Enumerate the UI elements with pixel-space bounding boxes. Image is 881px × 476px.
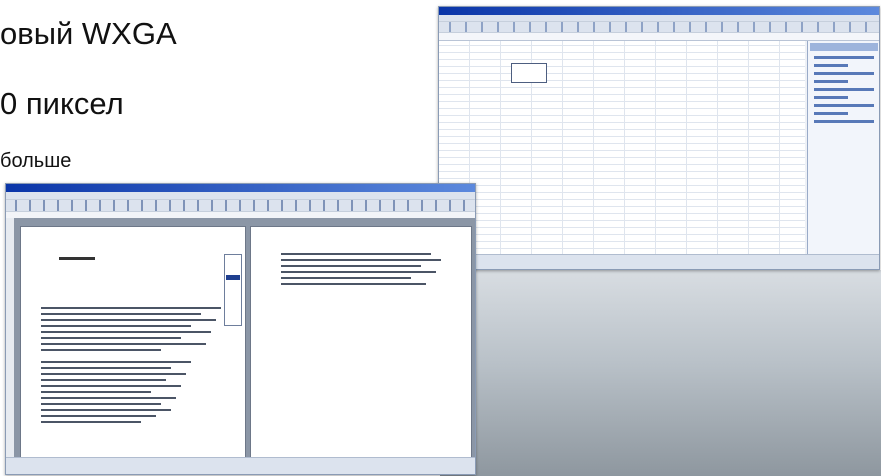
page-heading (59, 257, 95, 260)
text-line (281, 271, 436, 273)
slide-bullet-pixels: 0 пиксел (0, 86, 124, 121)
text-line (41, 361, 191, 363)
font-dropdown-list (224, 254, 242, 326)
task-pane-link (814, 112, 848, 115)
text-line (281, 265, 421, 267)
spreadsheet-popup (511, 63, 547, 83)
word-statusbar (6, 457, 475, 474)
text-line (41, 337, 181, 339)
spreadsheet-toolbar (439, 22, 879, 33)
word-toolbar (6, 200, 475, 212)
text-line (41, 367, 171, 369)
spreadsheet-task-pane (807, 41, 879, 255)
word-processor-window-screenshot (5, 183, 476, 475)
task-pane-link (814, 96, 848, 99)
text-line (41, 421, 141, 423)
text-line (281, 253, 431, 255)
text-line (41, 379, 166, 381)
dropdown-selected-item (226, 275, 240, 280)
document-page-right (250, 226, 472, 460)
spreadsheet-formula-bar (439, 33, 879, 41)
slide-bullet-more: больше (0, 150, 72, 172)
text-line (41, 307, 221, 309)
text-line (41, 385, 181, 387)
task-pane-link (814, 80, 848, 83)
word-document-area (6, 218, 475, 460)
text-line (41, 319, 216, 321)
text-line (281, 283, 426, 285)
text-line (41, 325, 191, 327)
text-line (41, 349, 161, 351)
spreadsheet-menubar (439, 15, 879, 22)
task-pane-link (814, 72, 874, 75)
text-line (41, 415, 156, 417)
task-pane-link (814, 64, 848, 67)
text-line (41, 313, 201, 315)
text-line (41, 331, 211, 333)
task-pane-link (814, 88, 874, 91)
task-pane-link (814, 56, 874, 59)
slide-bullet-resolution-name: овый WXGA (0, 16, 177, 51)
task-pane-link (814, 120, 874, 123)
spreadsheet-window-screenshot (438, 6, 880, 270)
text-line (41, 343, 206, 345)
word-menubar (6, 192, 475, 200)
spreadsheet-titlebar (439, 7, 879, 15)
text-line (41, 403, 161, 405)
text-line (281, 277, 411, 279)
text-line (41, 391, 151, 393)
spreadsheet-statusbar (439, 254, 879, 269)
task-pane-link (814, 104, 874, 107)
task-pane-header (810, 43, 878, 51)
text-line (41, 373, 186, 375)
text-line (41, 397, 176, 399)
spreadsheet-grid (439, 41, 805, 255)
document-page-left (20, 226, 246, 460)
text-line (281, 259, 441, 261)
background-gradient (440, 270, 881, 476)
word-vertical-ruler (6, 218, 14, 458)
text-line (41, 409, 171, 411)
word-titlebar (6, 184, 475, 192)
